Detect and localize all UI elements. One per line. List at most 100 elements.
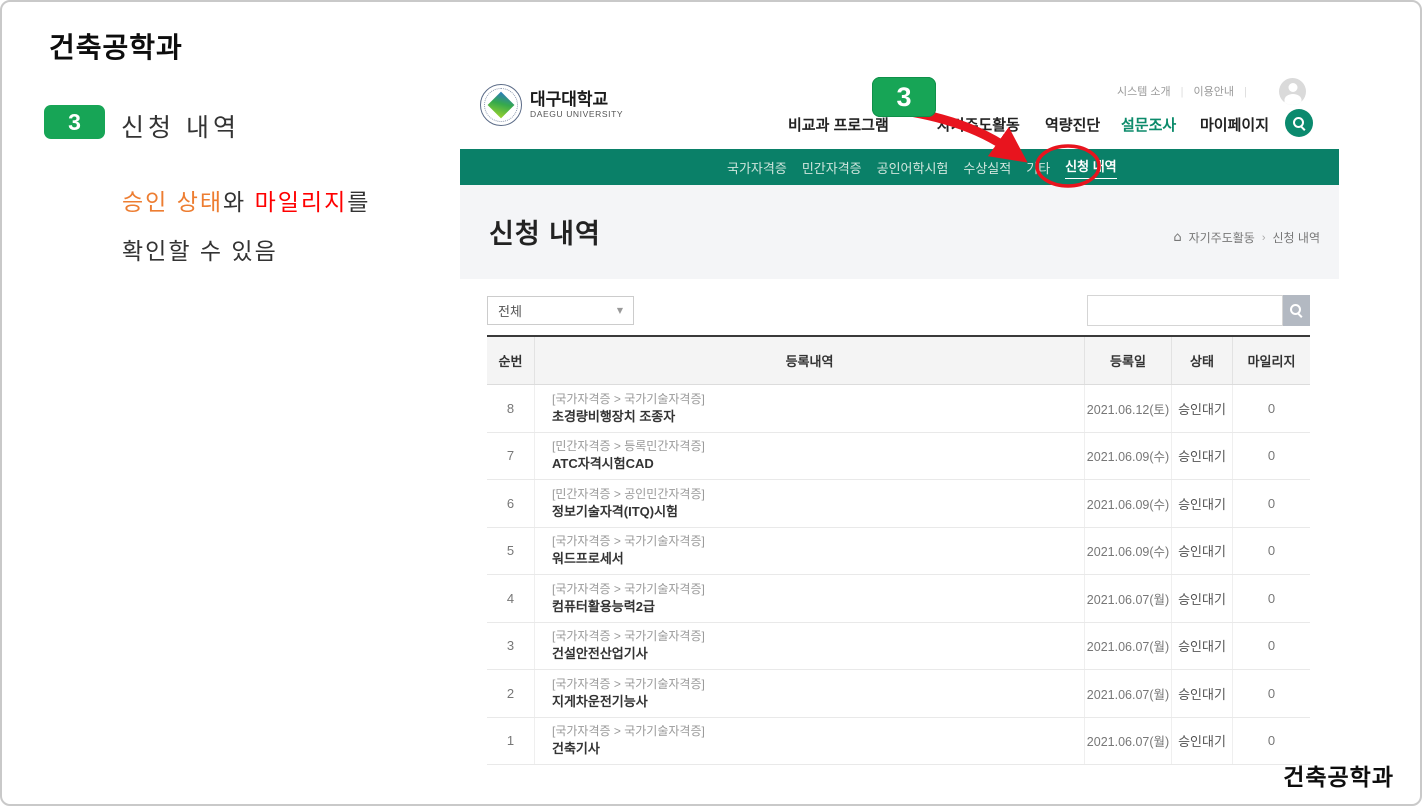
nav-item-competency-diagnosis[interactable]: 역량진단 xyxy=(1045,114,1100,135)
breadcrumb-separator: › xyxy=(1262,232,1266,244)
subnav-item-national-certificate[interactable]: 국가자격증 xyxy=(727,158,787,177)
row-category: [민간자격증 > 등록민간자격증] xyxy=(552,438,705,454)
row-status: 승인대기 xyxy=(1172,480,1233,527)
subnav-item-etc[interactable]: 기타 xyxy=(1026,158,1050,177)
row-mileage: 0 xyxy=(1233,670,1310,717)
search-input[interactable] xyxy=(1087,295,1283,326)
home-icon[interactable]: ⌂ xyxy=(1173,230,1181,245)
university-emblem-icon xyxy=(480,84,522,126)
utility-links: 시스템 소개 이용안내 xyxy=(1117,83,1257,99)
row-status: 승인대기 xyxy=(1172,385,1233,432)
row-category: [국가자격증 > 국가기술자격증] xyxy=(552,723,705,739)
utility-link-usage-guide[interactable]: 이용안내 xyxy=(1194,83,1257,99)
search-icon xyxy=(1293,117,1306,130)
table-row: 2 [국가자격증 > 국가기술자격증] 지게차운전기능사 2021.06.07(… xyxy=(487,670,1310,718)
row-mileage: 0 xyxy=(1233,433,1310,480)
row-status: 승인대기 xyxy=(1172,575,1233,622)
table-search-button[interactable] xyxy=(1283,295,1310,326)
row-number: 7 xyxy=(487,433,535,480)
utility-link-system-intro[interactable]: 시스템 소개 xyxy=(1117,83,1194,99)
subnav-item-language-test[interactable]: 공인어학시험 xyxy=(877,158,949,177)
column-header-status: 상태 xyxy=(1172,337,1233,384)
filter-selected-value: 전체 xyxy=(498,301,522,320)
column-header-date: 등록일 xyxy=(1085,337,1172,384)
table-body: 8 [국가자격증 > 국가기술자격증] 초경량비행장치 조종자 2021.06.… xyxy=(487,385,1310,765)
logo-english-name: DAEGU UNIVERSITY xyxy=(530,109,623,120)
row-item-name[interactable]: 지게차운전기능사 xyxy=(552,692,648,711)
row-details-cell: [국가자격증 > 국가기술자격증] 워드프로세서 xyxy=(535,528,1085,575)
row-date: 2021.06.09(수) xyxy=(1085,480,1172,527)
row-number: 8 xyxy=(487,385,535,432)
row-mileage: 0 xyxy=(1233,623,1310,670)
breadcrumb-item-self-directed[interactable]: 자기주도활동 xyxy=(1189,229,1255,246)
nav-item-self-directed-activities[interactable]: 자기주도활동 xyxy=(937,114,1020,135)
row-item-name[interactable]: 컴퓨터활용능력2급 xyxy=(552,597,655,616)
page-title: 건축공학과 xyxy=(49,26,183,66)
page-title-band: 신청 내역 ⌂ 자기주도활동 › 신청 내역 xyxy=(460,185,1339,279)
row-status: 승인대기 xyxy=(1172,623,1233,670)
row-number: 1 xyxy=(487,718,535,765)
row-status: 승인대기 xyxy=(1172,718,1233,765)
web-page-title: 신청 내역 xyxy=(489,212,601,251)
row-number: 4 xyxy=(487,575,535,622)
table-header-row: 순번 등록내역 등록일 상태 마일리지 xyxy=(487,337,1310,385)
row-details-cell: [국가자격증 > 국가기술자격증] 초경량비행장치 조종자 xyxy=(535,385,1085,432)
table-row: 4 [국가자격증 > 국가기술자격증] 컴퓨터활용능력2급 2021.06.07… xyxy=(487,575,1310,623)
nav-item-my-page[interactable]: 마이페이지 xyxy=(1200,114,1269,135)
row-date: 2021.06.07(월) xyxy=(1085,718,1172,765)
column-header-details: 등록내역 xyxy=(535,337,1085,384)
header-search-button[interactable] xyxy=(1285,109,1313,137)
filter-select[interactable]: 전체 ▼ xyxy=(487,296,634,325)
row-date: 2021.06.09(수) xyxy=(1085,528,1172,575)
subnav-item-awards[interactable]: 수상실적 xyxy=(963,158,1011,177)
nav-item-survey[interactable]: 설문조사 xyxy=(1121,114,1176,135)
row-number: 2 xyxy=(487,670,535,717)
row-item-name[interactable]: 정보기술자격(ITQ)시험 xyxy=(552,502,678,521)
table-row: 1 [국가자격증 > 국가기술자격증] 건축기사 2021.06.07(월) 승… xyxy=(487,718,1310,766)
column-header-mileage: 마일리지 xyxy=(1233,337,1310,384)
user-avatar[interactable] xyxy=(1279,78,1306,105)
step-description-line2: 확인할 수 있음 xyxy=(122,232,278,266)
row-item-name[interactable]: 건설안전산업기사 xyxy=(552,644,648,663)
step-number-badge: 3 xyxy=(44,105,105,139)
row-mileage: 0 xyxy=(1233,528,1310,575)
row-status: 승인대기 xyxy=(1172,433,1233,480)
step-description-line1: 승인 상태와 마일리지를 xyxy=(122,183,370,217)
nav-item-extracurricular-programs[interactable]: 비교과 프로그램 xyxy=(788,114,889,135)
row-item-name[interactable]: 건축기사 xyxy=(552,739,600,758)
breadcrumb: ⌂ 자기주도활동 › 신청 내역 xyxy=(1173,229,1320,246)
subnav-bar: 국가자격증 민간자격증 공인어학시험 수상실적 기타 신청 내역 xyxy=(460,149,1339,185)
subnav-item-application-history[interactable]: 신청 내역 xyxy=(1065,156,1116,179)
row-item-name[interactable]: 초경량비행장치 조종자 xyxy=(552,407,675,426)
row-date: 2021.06.12(토) xyxy=(1085,385,1172,432)
row-details-cell: [민간자격증 > 공인민간자격증] 정보기술자격(ITQ)시험 xyxy=(535,480,1085,527)
chevron-down-icon: ▼ xyxy=(617,306,623,315)
row-date: 2021.06.07(월) xyxy=(1085,623,1172,670)
highlight-red-text: 마일리지 xyxy=(255,189,348,215)
step-title: 신청 내역 xyxy=(121,108,240,144)
description-text: 를 xyxy=(347,189,370,215)
row-item-name[interactable]: 워드프로세서 xyxy=(552,549,624,568)
logo-korean-name: 대구대학교 xyxy=(530,90,623,109)
row-category: [국가자격증 > 국가기술자격증] xyxy=(552,533,705,549)
row-date: 2021.06.07(월) xyxy=(1085,575,1172,622)
row-details-cell: [국가자격증 > 국가기술자격증] 컴퓨터활용능력2급 xyxy=(535,575,1085,622)
breadcrumb-item-application-history: 신청 내역 xyxy=(1273,229,1321,246)
table-row: 7 [민간자격증 > 등록민간자격증] ATC자격시험CAD 2021.06.0… xyxy=(487,433,1310,481)
row-date: 2021.06.09(수) xyxy=(1085,433,1172,480)
row-number: 6 xyxy=(487,480,535,527)
row-item-name[interactable]: ATC자격시험CAD xyxy=(552,454,654,473)
description-text: 와 xyxy=(223,189,255,215)
row-category: [국가자격증 > 국가기술자격증] xyxy=(552,676,705,692)
row-details-cell: [국가자격증 > 국가기술자격증] 지게차운전기능사 xyxy=(535,670,1085,717)
row-mileage: 0 xyxy=(1233,385,1310,432)
callout-number-badge: 3 xyxy=(872,77,936,117)
subnav-item-private-certificate[interactable]: 민간자격증 xyxy=(802,158,862,177)
column-header-no: 순번 xyxy=(487,337,535,384)
table-row: 8 [국가자격증 > 국가기술자격증] 초경량비행장치 조종자 2021.06.… xyxy=(487,385,1310,433)
row-category: [국가자격증 > 국가기술자격증] xyxy=(552,391,705,407)
university-logo[interactable]: 대구대학교 DAEGU UNIVERSITY xyxy=(480,84,623,126)
row-number: 3 xyxy=(487,623,535,670)
highlight-orange-text: 승인 상태 xyxy=(122,189,223,215)
row-category: [국가자격증 > 국가기술자격증] xyxy=(552,628,705,644)
